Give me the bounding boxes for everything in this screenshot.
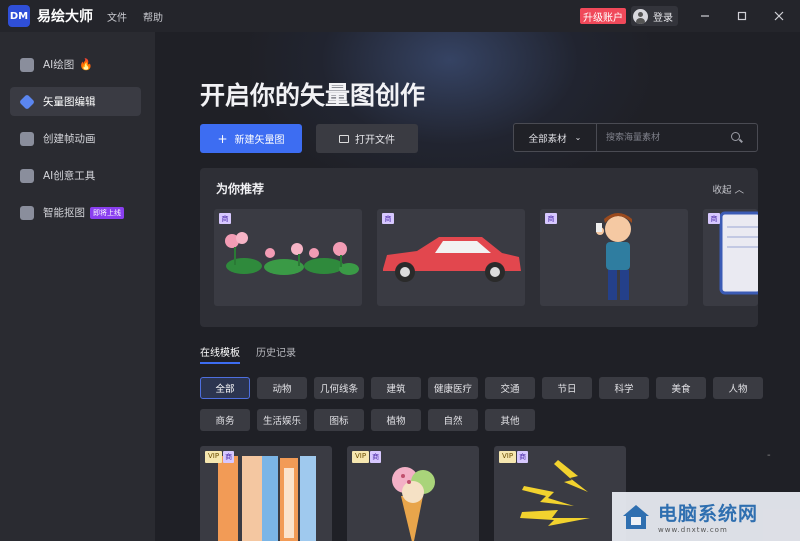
commercial-badge: 商 <box>382 213 394 224</box>
search-category-label: 全部素材 <box>528 133 567 145</box>
commercial-badge: 商 <box>223 451 235 463</box>
chip-science[interactable]: 科学 <box>599 377 649 399</box>
chip-people[interactable]: 人物 <box>713 377 763 399</box>
watermark-title: 电脑系统网 <box>658 503 759 525</box>
chip-geometric[interactable]: 几何线条 <box>314 377 364 399</box>
hero-title: 开启你的矢量图创作 <box>200 81 426 110</box>
watermark-text: 电脑系统网 www.dnxtw.com <box>658 499 758 534</box>
chip-business[interactable]: 商务 <box>200 409 250 431</box>
search-bar: 全部素材 ⌄ <box>513 123 758 152</box>
frame-animation-icon <box>20 131 34 146</box>
chip-nature[interactable]: 自然 <box>428 409 478 431</box>
commercial-badge: 商 <box>517 451 529 463</box>
lotus-illustration <box>225 232 359 275</box>
cutout-icon <box>20 205 34 220</box>
chip-plants[interactable]: 植物 <box>371 409 421 431</box>
new-vector-label: 新建矢量图 <box>234 135 285 146</box>
template-card-lightning[interactable]: VIP 商 <box>494 446 626 541</box>
upgrade-account-button[interactable]: 升级账户 <box>580 8 626 24</box>
house-logo-icon <box>623 504 649 529</box>
search-icon[interactable] <box>731 131 743 144</box>
fire-icon: 🔥 <box>79 58 93 71</box>
sidebar-item-label: 矢量图编辑 <box>43 96 96 108</box>
site-watermark: 电脑系统网 www.dnxtw.com <box>612 492 800 541</box>
avatar-icon <box>633 8 648 24</box>
ai-draw-icon <box>20 57 34 72</box>
watermark-url: www.dnxtw.com <box>658 526 728 534</box>
vip-badge: VIP <box>499 451 517 463</box>
vip-badge: VIP <box>205 451 223 463</box>
login-button[interactable]: 登录 <box>631 6 678 26</box>
new-vector-button[interactable]: + 新建矢量图 <box>200 124 302 153</box>
sidebar-item-label: 创建帧动画 <box>43 133 96 145</box>
tab-history[interactable]: 历史记录 <box>256 344 296 359</box>
boy-illustration <box>596 213 632 300</box>
login-label: 登录 <box>653 12 673 24</box>
commercial-badge: 商 <box>708 213 720 224</box>
close-icon[interactable] <box>771 8 787 24</box>
search-input[interactable] <box>597 124 731 151</box>
collapse-label: 收起 <box>712 185 732 196</box>
sidebar-item-label: AI创意工具 <box>43 170 96 182</box>
commercial-badge: 商 <box>219 213 231 224</box>
chip-transport[interactable]: 交通 <box>485 377 535 399</box>
chip-food[interactable]: 美食 <box>656 377 706 399</box>
sidebar-item-vector-edit[interactable]: 矢量图编辑 <box>10 87 141 116</box>
vector-edit-icon <box>19 93 35 110</box>
coming-soon-badge: 即将上线 <box>90 206 124 219</box>
open-file-button[interactable]: 打开文件 <box>316 124 418 153</box>
ai-tools-icon <box>20 168 34 183</box>
side-mark: - <box>767 450 771 461</box>
recommend-card-clipboard[interactable]: 商 <box>703 209 758 306</box>
sidebar-item-label: 智能抠图 <box>43 207 85 219</box>
sidebar-item-label: AI绘图 <box>43 59 75 71</box>
sidebar-item-frame-animation[interactable]: 创建帧动画 <box>10 124 141 153</box>
chip-icons[interactable]: 图标 <box>314 409 364 431</box>
template-badges: VIP 商 <box>352 451 382 463</box>
recommend-card-lotus[interactable]: 商 <box>214 209 362 306</box>
minimize-icon[interactable] <box>697 8 713 24</box>
maximize-icon[interactable] <box>734 8 750 24</box>
app-logo: DM <box>8 5 30 27</box>
plus-icon: + <box>217 131 228 146</box>
recommend-card-boy[interactable]: 商 <box>540 209 688 306</box>
template-badges: VIP 商 <box>205 451 235 463</box>
commercial-badge: 商 <box>370 451 382 463</box>
chip-health[interactable]: 健康医疗 <box>428 377 478 399</box>
car-illustration <box>383 237 521 282</box>
sidebar-item-cutout[interactable]: 智能抠图 即将上线 <box>10 198 141 227</box>
collapse-button[interactable]: 收起 ︿ <box>712 182 744 196</box>
chip-lifestyle[interactable]: 生活娱乐 <box>257 409 307 431</box>
template-badges: VIP 商 <box>499 451 529 463</box>
chip-all[interactable]: 全部 <box>200 377 250 399</box>
open-file-label: 打开文件 <box>355 135 395 146</box>
commercial-badge: 商 <box>545 213 557 224</box>
tab-online-templates[interactable]: 在线模板 <box>200 344 240 364</box>
title-bar: DM 易绘大师 文件 帮助 升级账户 登录 <box>0 0 800 32</box>
app-name: 易绘大师 <box>37 9 93 25</box>
menu-file[interactable]: 文件 <box>107 9 127 24</box>
recommend-panel: 为你推荐 收起 ︿ 商 商 商 商 <box>200 168 758 327</box>
main-content: 开启你的矢量图创作 + 新建矢量图 打开文件 全部素材 ⌄ 为你推荐 收起 ︿ <box>155 32 800 541</box>
vip-badge: VIP <box>352 451 370 463</box>
chip-festival[interactable]: 节日 <box>542 377 592 399</box>
chevron-down-icon: ⌄ <box>574 133 582 142</box>
folder-icon <box>339 134 349 143</box>
template-card-strips[interactable]: VIP 商 <box>200 446 332 541</box>
search-category-dropdown[interactable]: 全部素材 ⌄ <box>514 124 597 151</box>
recommend-card-car[interactable]: 商 <box>377 209 525 306</box>
chip-animals[interactable]: 动物 <box>257 377 307 399</box>
recommend-title: 为你推荐 <box>216 182 265 196</box>
chevron-up-icon: ︿ <box>734 185 744 196</box>
template-card-ice-cream[interactable]: VIP 商 <box>347 446 479 541</box>
sidebar-item-ai-draw[interactable]: AI绘图 🔥 <box>10 50 141 79</box>
chip-other[interactable]: 其他 <box>485 409 535 431</box>
sidebar-item-ai-tools[interactable]: AI创意工具 <box>10 161 141 190</box>
chip-architecture[interactable]: 建筑 <box>371 377 421 399</box>
sidebar: AI绘图 🔥 矢量图编辑 创建帧动画 AI创意工具 智能抠图 即将上线 <box>0 32 155 541</box>
menu-help[interactable]: 帮助 <box>143 9 163 24</box>
